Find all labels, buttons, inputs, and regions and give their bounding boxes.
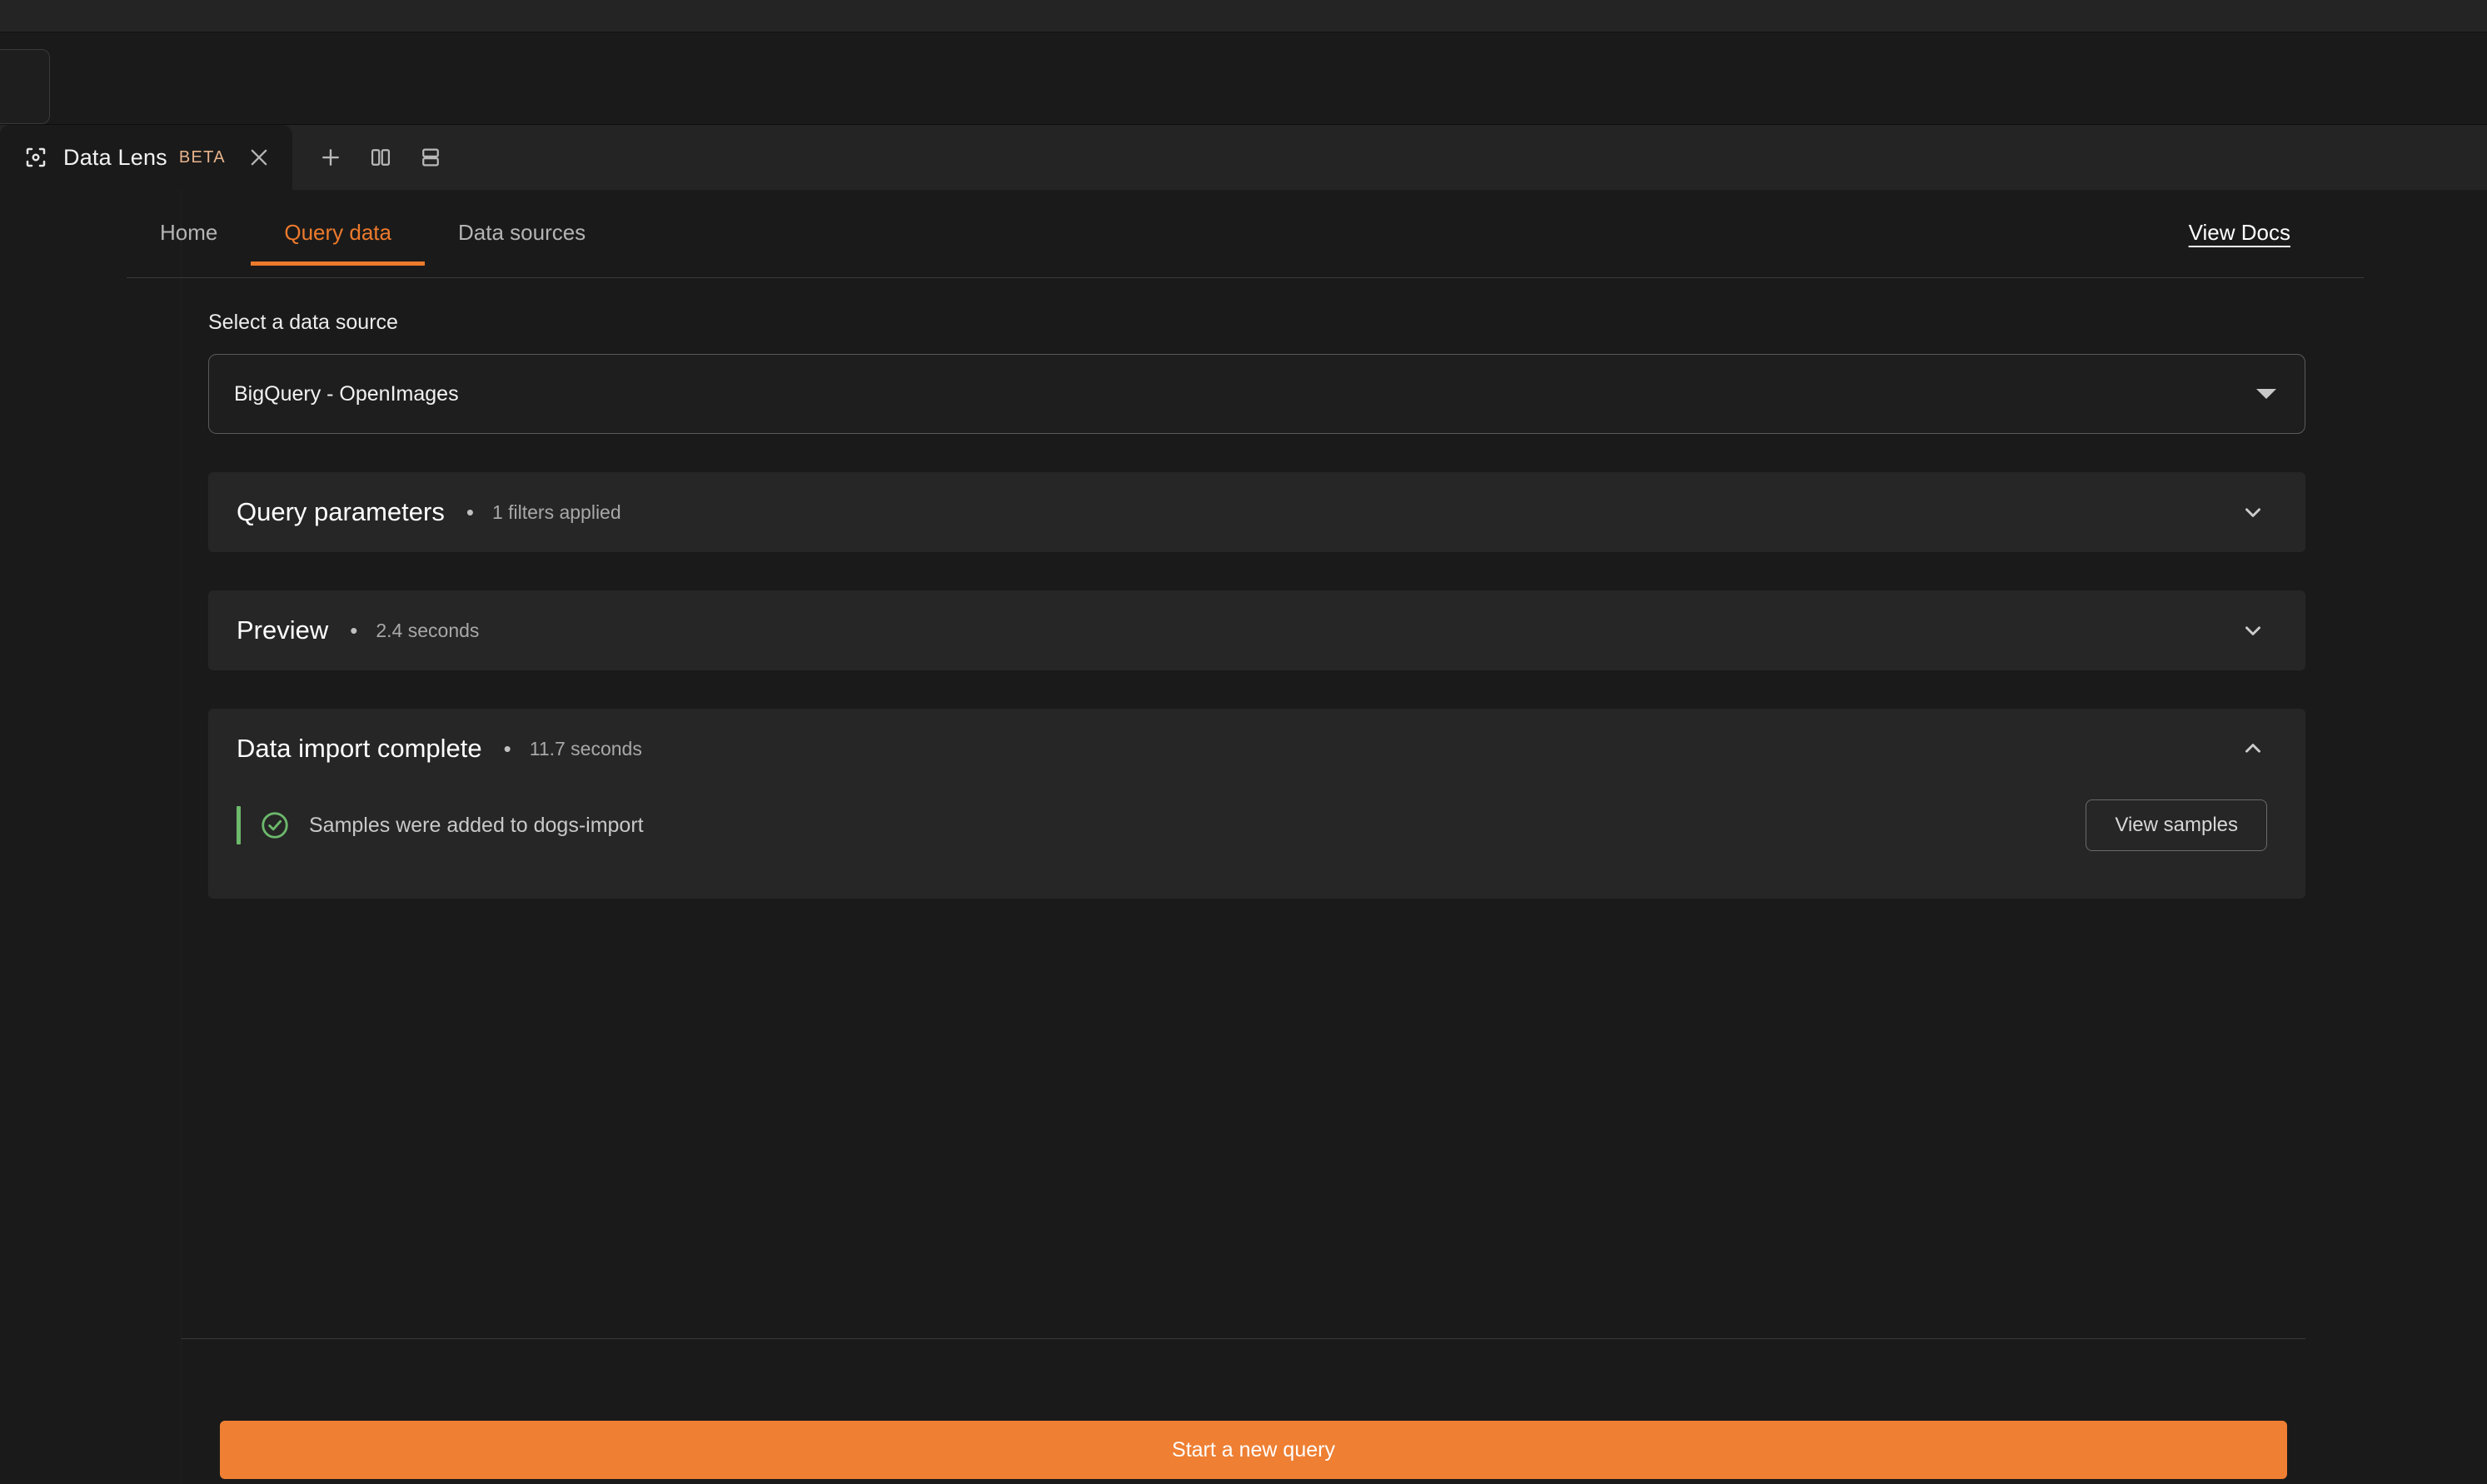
data-source-label: Select a data source	[208, 311, 398, 334]
upper-panel-band	[0, 32, 2487, 125]
close-icon[interactable]	[247, 146, 271, 169]
triangle-down-icon	[2256, 389, 2276, 399]
split-vertical-button[interactable]	[361, 137, 401, 177]
application-window: Data Lens BETA Home Query data Data sour…	[0, 0, 2487, 1484]
tab-title: Data Lens	[63, 144, 167, 170]
tab-data-lens[interactable]: Data Lens BETA	[0, 125, 292, 190]
section-meta: 1 filters applied	[491, 500, 621, 523]
left-rail	[0, 190, 182, 1484]
start-new-query-button[interactable]: Start a new query	[220, 1421, 2287, 1479]
section-title: Preview	[237, 615, 329, 645]
scan-focus-icon	[23, 145, 48, 170]
status-accent-bar	[237, 806, 241, 844]
nav-divider	[127, 277, 2364, 278]
page-surface: Home Query data Data sources View Docs S…	[0, 190, 2487, 1484]
section-separator: •	[503, 736, 511, 761]
navigation-bar: Home Query data Data sources View Docs	[127, 213, 2364, 278]
nav-tab-home[interactable]: Home	[127, 213, 251, 266]
chevron-up-icon[interactable]	[2239, 735, 2267, 763]
section-preview: Preview • 2.4 seconds	[208, 590, 2305, 670]
view-samples-button[interactable]: View samples	[2086, 799, 2267, 851]
data-source-value: BigQuery - OpenImages	[234, 381, 459, 406]
beta-badge: BETA	[178, 147, 226, 167]
footer-divider	[182, 1338, 2305, 1339]
data-source-select[interactable]: BigQuery - OpenImages	[208, 354, 2305, 434]
nav-tab-data-sources[interactable]: Data sources	[425, 213, 619, 266]
tab-bar: Data Lens BETA	[0, 125, 2487, 190]
window-top-strip	[0, 0, 2487, 32]
import-status-row: Samples were added to dogs-import View s…	[237, 789, 2267, 862]
chevron-down-icon[interactable]	[2239, 498, 2267, 526]
new-tab-button[interactable]	[311, 137, 351, 177]
nav-tab-query-data[interactable]: Query data	[251, 213, 425, 266]
section-separator: •	[350, 618, 358, 643]
section-separator: •	[466, 500, 474, 525]
check-circle-icon	[259, 809, 291, 841]
import-status-message: Samples were added to dogs-import	[309, 813, 644, 837]
split-horizontal-button[interactable]	[411, 137, 451, 177]
section-data-import-complete: Data import complete • 11.7 seconds Samp…	[208, 709, 2305, 899]
chevron-down-icon[interactable]	[2239, 616, 2267, 645]
nav-tabs: Home Query data Data sources	[127, 213, 619, 266]
section-meta: 11.7 seconds	[529, 737, 642, 759]
section-header[interactable]: Data import complete • 11.7 seconds	[208, 709, 2305, 789]
section-header[interactable]: Query parameters • 1 filters applied	[208, 472, 2305, 552]
section-title: Query parameters	[237, 497, 445, 526]
section-header[interactable]: Preview • 2.4 seconds	[208, 590, 2305, 670]
view-docs-link[interactable]: View Docs	[2189, 213, 2290, 266]
section-body: Samples were added to dogs-import View s…	[208, 789, 2305, 899]
partial-panel	[0, 49, 50, 124]
section-query-parameters: Query parameters • 1 filters applied	[208, 472, 2305, 552]
section-meta: 2.4 seconds	[376, 619, 480, 641]
content-column: Select a data source BigQuery - OpenImag…	[208, 311, 2305, 899]
tab-bar-actions	[292, 125, 459, 190]
section-title: Data import complete	[237, 734, 482, 763]
